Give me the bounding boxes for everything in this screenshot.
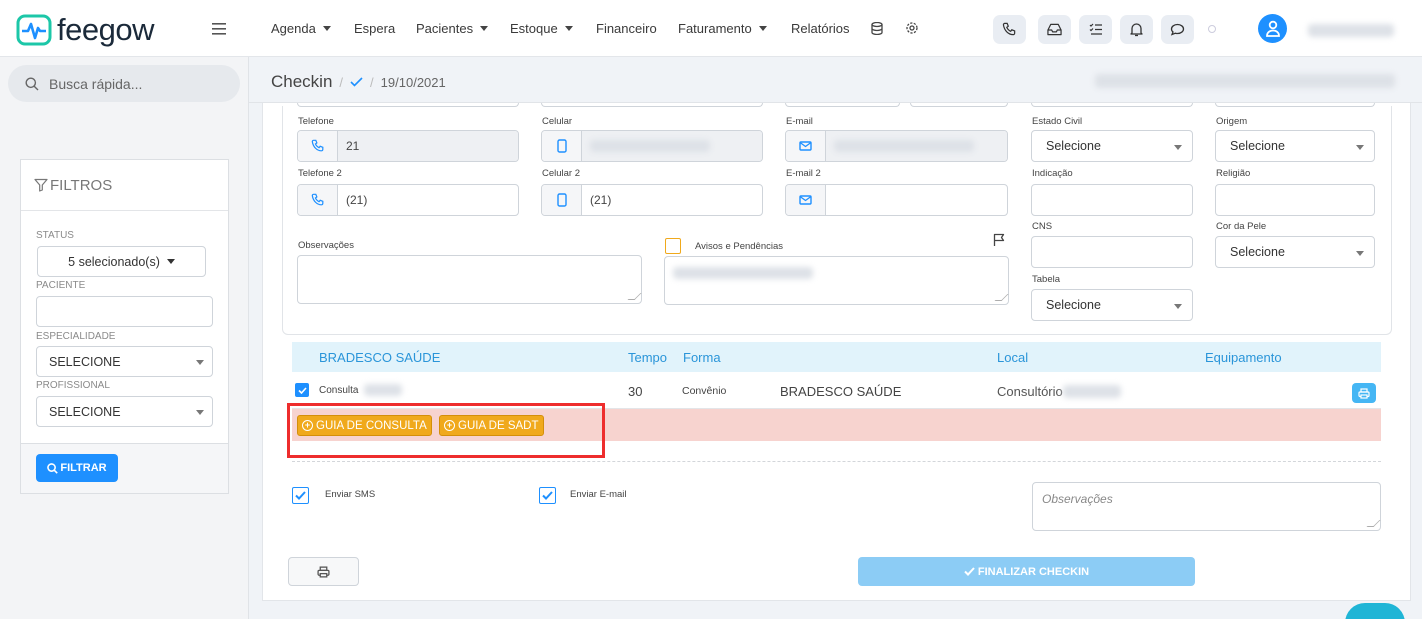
- filtrar-label: FILTRAR: [60, 462, 107, 474]
- chevron-down-icon: [196, 360, 204, 365]
- phone-button[interactable]: [993, 15, 1026, 44]
- status-dot-icon: [1208, 25, 1216, 33]
- nav-item-relatorios[interactable]: Relatórios: [791, 21, 850, 36]
- breadcrumb-separator: /: [339, 74, 344, 90]
- database-icon[interactable]: [871, 22, 883, 35]
- highlight-annotation-box: [287, 403, 605, 458]
- user-name-redacted: [1308, 24, 1394, 37]
- print-procedure-button[interactable]: [1352, 383, 1376, 403]
- breadcrumb-date: 19/10/2021: [380, 74, 446, 90]
- paciente-label: PACIENTE: [36, 280, 86, 291]
- nav-item-financeiro[interactable]: Financeiro: [596, 21, 657, 36]
- page-title: Checkin: [271, 72, 333, 91]
- task-list-icon: [1089, 23, 1102, 35]
- forma-cell: Convênio: [682, 385, 727, 397]
- search-placeholder: Busca rápida...: [49, 75, 143, 92]
- finalizar-label: FINALIZAR CHECKIN: [977, 565, 1090, 578]
- nav-item-pacientes[interactable]: Pacientes: [416, 21, 489, 36]
- check-icon: [297, 386, 307, 394]
- breadcrumb-separator: /: [370, 74, 374, 90]
- notifications-button[interactable]: [1120, 15, 1153, 44]
- check-icon: [350, 77, 363, 87]
- gear-icon[interactable]: [905, 21, 919, 35]
- equipamento-header: Equipamento: [1205, 350, 1282, 365]
- checkin-observacoes-textarea[interactable]: Observações: [1032, 482, 1381, 531]
- avatar[interactable]: [1258, 14, 1287, 43]
- procedimento-redacted: [364, 384, 402, 396]
- filters-title: FILTROS: [50, 176, 113, 194]
- procedure-checkbox[interactable]: [295, 383, 309, 397]
- status-value: 5 selecionado(s): [68, 254, 160, 269]
- filters-footer: FILTRAR: [20, 444, 229, 494]
- nav-item-estoque[interactable]: Estoque: [510, 21, 573, 36]
- status-label: STATUS: [36, 230, 74, 241]
- chevron-down-icon: [166, 259, 175, 264]
- enviar-email-checkbox[interactable]: [539, 487, 556, 504]
- patient-name-redacted: [1095, 74, 1395, 88]
- messages-button[interactable]: [1161, 15, 1194, 44]
- pulse-logo-icon: [16, 14, 52, 46]
- inbox-icon: [1047, 23, 1062, 36]
- nav-item-faturamento[interactable]: Faturamento: [678, 21, 767, 36]
- feegow-logo[interactable]: feegow: [16, 13, 154, 47]
- local-cell: Consultório: [997, 384, 1063, 399]
- bell-icon: [1130, 23, 1143, 37]
- profissional-value: SELECIONE: [49, 404, 121, 419]
- profissional-label: PROFISSIONAL: [36, 380, 110, 391]
- nav-item-espera[interactable]: Espera: [354, 21, 395, 36]
- filters-panel: FILTROS STATUS 5 selecionado(s) PACIENTE…: [20, 159, 229, 444]
- phone-icon: [1002, 22, 1016, 36]
- tempo-header: Tempo: [628, 350, 668, 365]
- printer-icon: [317, 565, 330, 578]
- printer-icon: [1358, 387, 1370, 399]
- enviar-sms-checkbox[interactable]: [292, 487, 309, 504]
- enviar-email-label: Enviar E-mail: [570, 489, 627, 500]
- especialidade-value: SELECIONE: [49, 354, 121, 369]
- forma-header: Forma: [683, 350, 721, 365]
- search-input[interactable]: Busca rápida...: [8, 65, 240, 102]
- inbox-button[interactable]: [1038, 15, 1071, 44]
- convenio-cell: BRADESCO SAÚDE: [780, 384, 902, 399]
- filtrar-button[interactable]: FILTRAR: [36, 454, 118, 482]
- local-redacted: [1063, 385, 1121, 398]
- tempo-cell: 30: [628, 384, 643, 399]
- nav-item-agenda[interactable]: Agenda: [271, 21, 331, 36]
- resize-grip-icon: [1366, 520, 1381, 527]
- chat-icon: [1170, 23, 1185, 36]
- dashed-divider: [292, 461, 1381, 462]
- tasks-button[interactable]: [1079, 15, 1112, 44]
- profissional-select[interactable]: SELECIONE: [36, 396, 213, 427]
- convenio-header: BRADESCO SAÚDE: [319, 350, 441, 365]
- check-icon: [295, 491, 306, 500]
- observacoes-placeholder: Observações: [1042, 492, 1113, 506]
- local-header: Local: [997, 350, 1029, 365]
- paciente-input[interactable]: [36, 296, 213, 327]
- check-icon: [964, 567, 975, 576]
- chevron-down-icon: [196, 410, 204, 415]
- form-section-border: [282, 106, 1392, 335]
- especialidade-select[interactable]: SELECIONE: [36, 346, 213, 377]
- procedimento-cell: Consulta: [319, 385, 359, 396]
- print-button[interactable]: [288, 557, 359, 586]
- breadcrumb: Checkin / / 19/10/2021: [271, 72, 446, 92]
- user-icon: [1265, 20, 1280, 37]
- check-icon: [542, 491, 553, 500]
- especialidade-label: ESPECIALIDADE: [36, 331, 116, 342]
- status-multiselect[interactable]: 5 selecionado(s): [37, 246, 206, 277]
- enviar-sms-label: Enviar SMS: [325, 489, 376, 500]
- filter-icon: [34, 178, 48, 192]
- search-icon: [47, 462, 59, 474]
- support-chat-button[interactable]: [1345, 603, 1405, 619]
- search-icon: [25, 77, 39, 90]
- finalizar-checkin-button[interactable]: FINALIZAR CHECKIN: [858, 557, 1195, 586]
- brand-name: feegow: [57, 12, 154, 47]
- filters-header: FILTROS: [21, 160, 228, 211]
- menu-toggle-icon[interactable]: [212, 23, 226, 35]
